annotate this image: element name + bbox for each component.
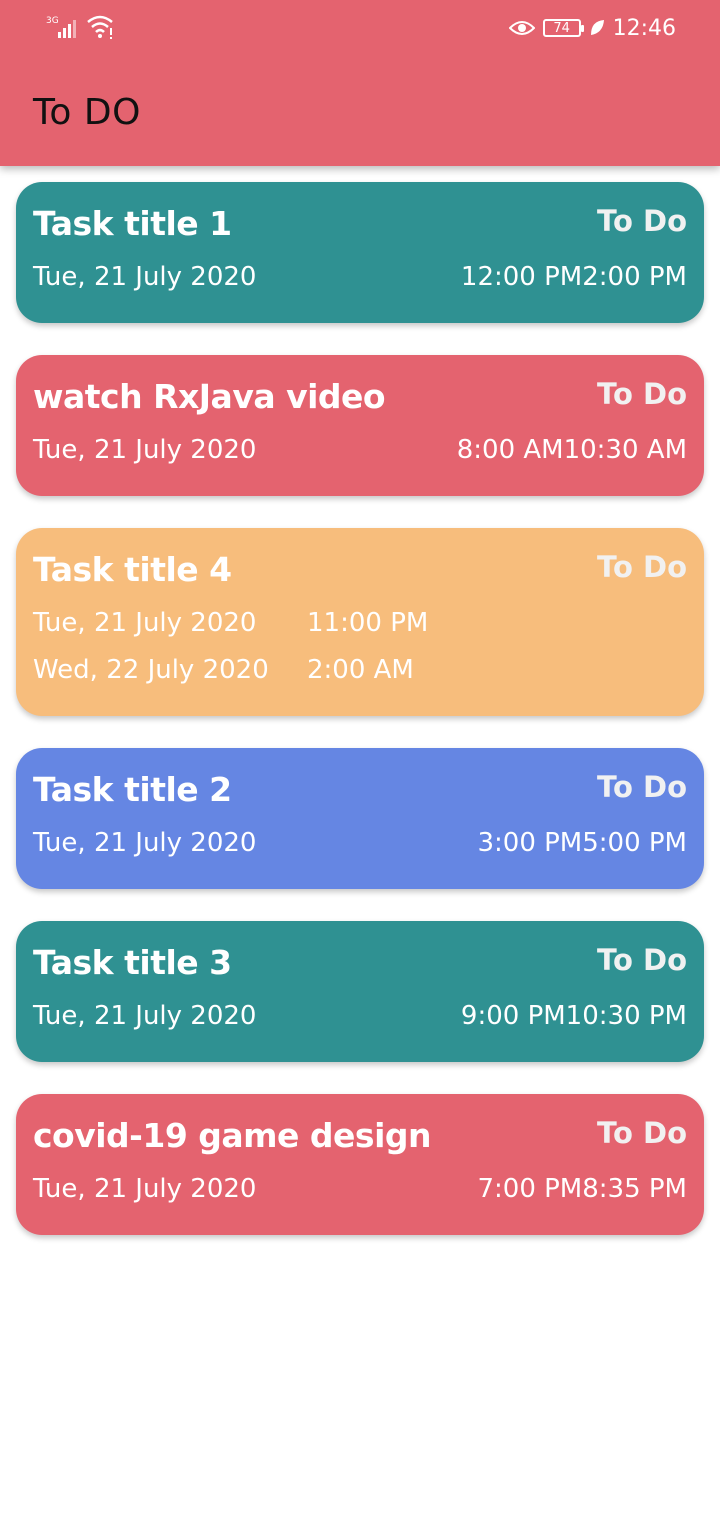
task-list[interactable]: Task title 1 To Do Tue, 21 July 2020 12:… bbox=[16, 182, 704, 1267]
network-indicators: 3G bbox=[46, 14, 116, 40]
task-start-date: Tue, 21 July 2020 bbox=[33, 608, 257, 638]
task-end-time: 2:00 AM bbox=[307, 655, 414, 685]
task-time: 12:00 PM2:00 PM bbox=[460, 262, 687, 292]
task-title: Task title 4 bbox=[33, 550, 232, 589]
eye-icon bbox=[508, 21, 535, 35]
task-date: Tue, 21 July 2020 bbox=[33, 1001, 257, 1031]
task-status: To Do bbox=[597, 550, 687, 584]
task-time: 8:00 AM10:30 AM bbox=[456, 435, 687, 465]
task-title: Task title 3 bbox=[33, 943, 232, 982]
network-type-label: 3G bbox=[46, 16, 59, 26]
task-card[interactable]: Task title 4 To Do Tue, 21 July 2020 11:… bbox=[16, 528, 704, 716]
task-status: To Do bbox=[597, 1116, 687, 1150]
page-title: To DO bbox=[33, 92, 141, 133]
task-card[interactable]: Task title 1 To Do Tue, 21 July 2020 12:… bbox=[16, 182, 704, 323]
task-date: Tue, 21 July 2020 bbox=[33, 435, 257, 465]
status-time: 12:46 bbox=[612, 15, 676, 41]
wifi-icon bbox=[87, 15, 113, 39]
task-title: watch RxJava video bbox=[33, 377, 386, 416]
status-bar: 3G 74 12:46 bbox=[0, 0, 720, 56]
battery-icon: 74 bbox=[542, 19, 584, 37]
task-card[interactable]: covid-19 game design To Do Tue, 21 July … bbox=[16, 1094, 704, 1235]
task-date: Tue, 21 July 2020 bbox=[33, 1174, 257, 1204]
task-title: Task title 2 bbox=[33, 770, 232, 809]
task-title: Task title 1 bbox=[33, 204, 232, 243]
task-card[interactable]: Task title 2 To Do Tue, 21 July 2020 3:0… bbox=[16, 748, 704, 889]
system-indicators: 74 12:46 bbox=[508, 14, 676, 42]
task-time: 9:00 PM10:30 PM bbox=[460, 1001, 687, 1031]
task-date: Tue, 21 July 2020 bbox=[33, 262, 257, 292]
task-time: 3:00 PM5:00 PM bbox=[477, 828, 687, 858]
task-date: Tue, 21 July 2020 bbox=[33, 828, 257, 858]
task-title: covid-19 game design bbox=[33, 1116, 432, 1155]
task-status: To Do bbox=[597, 770, 687, 804]
task-status: To Do bbox=[597, 377, 687, 411]
task-status: To Do bbox=[597, 943, 687, 977]
task-end-date: Wed, 22 July 2020 bbox=[33, 655, 269, 685]
task-start-time: 11:00 PM bbox=[307, 608, 429, 638]
task-card[interactable]: watch RxJava video To Do Tue, 21 July 20… bbox=[16, 355, 704, 496]
leaf-icon bbox=[590, 20, 604, 35]
app-bar: 3G 74 12:46 To DO bbox=[0, 0, 720, 166]
task-status: To Do bbox=[597, 204, 687, 238]
task-time: 7:00 PM8:35 PM bbox=[477, 1174, 687, 1204]
task-card[interactable]: Task title 3 To Do Tue, 21 July 2020 9:0… bbox=[16, 921, 704, 1062]
